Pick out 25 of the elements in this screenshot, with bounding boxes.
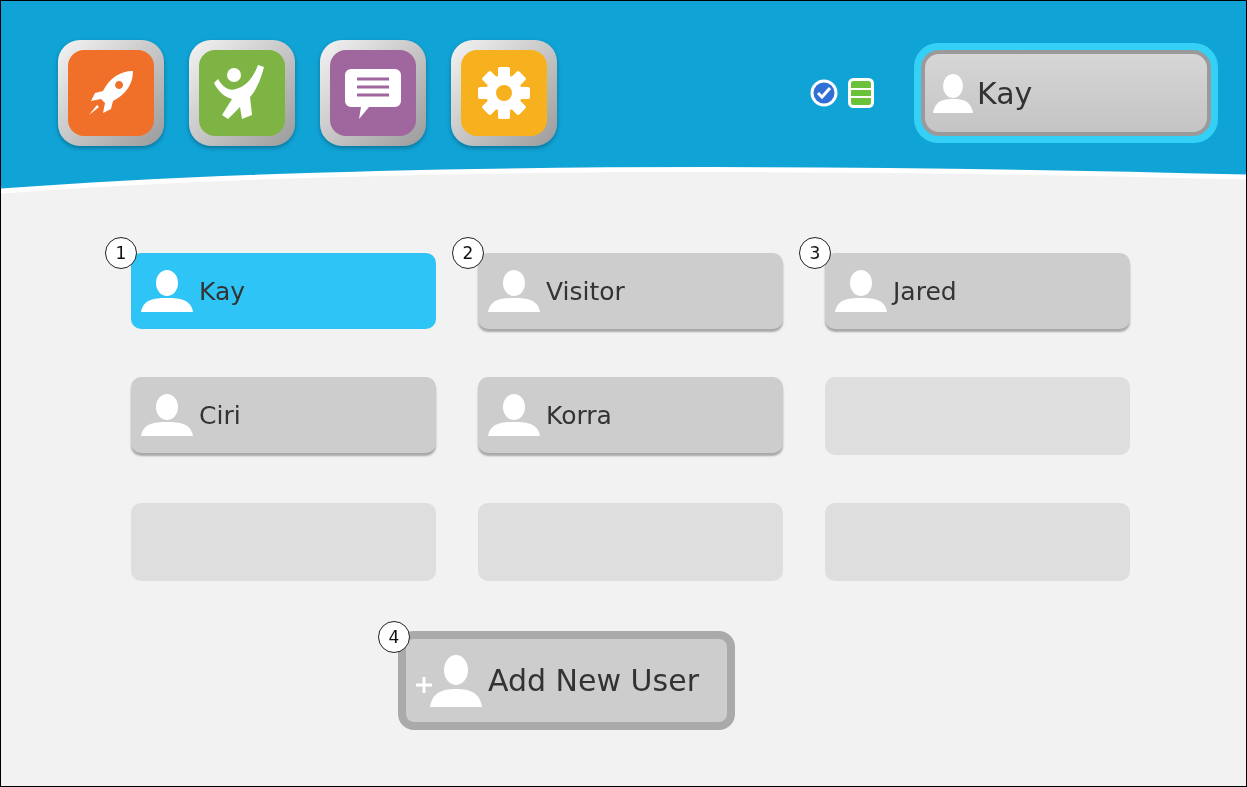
checkmark-icon: [810, 79, 838, 107]
settings-icon: [476, 65, 532, 121]
person-icon: [141, 394, 193, 436]
person-icon: [488, 270, 540, 312]
user-button[interactable]: Korra: [478, 377, 783, 453]
settings-app-button[interactable]: [451, 40, 557, 146]
user-button[interactable]: Visitor: [478, 253, 783, 329]
callout-number: 4: [378, 621, 410, 653]
person-icon: [933, 73, 973, 113]
person-icon: [488, 394, 540, 436]
rocket-app-button[interactable]: [58, 40, 164, 146]
user-button[interactable]: Jared: [825, 253, 1130, 329]
add-person-icon: [414, 654, 484, 707]
messages-app-button[interactable]: [320, 40, 426, 146]
activity-app-button[interactable]: [189, 40, 295, 146]
callout-number: 3: [799, 237, 831, 269]
person-icon: [141, 270, 193, 312]
add-user-button[interactable]: Add New User: [398, 631, 735, 730]
user-button[interactable]: Kay: [131, 253, 436, 329]
user-button[interactable]: Ciri: [131, 377, 436, 453]
person-icon: [835, 270, 887, 312]
storage-icon: [848, 78, 874, 108]
callout-number: 2: [452, 237, 484, 269]
current-user-button[interactable]: Kay: [921, 50, 1211, 136]
callout-number: 1: [105, 237, 137, 269]
